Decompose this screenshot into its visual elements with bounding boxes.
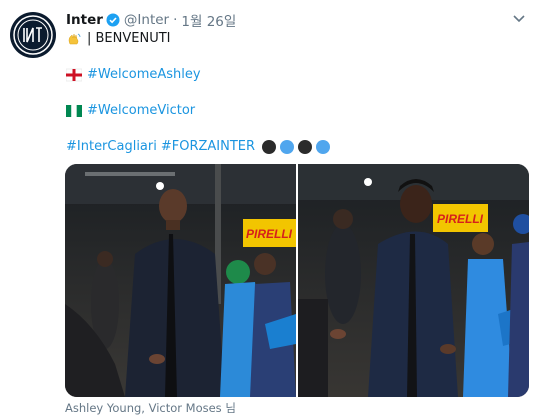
pirelli-sign: PIRELLI	[246, 227, 293, 241]
hashtag-welcome-victor[interactable]: #WelcomeVictor	[87, 102, 195, 120]
black-circle-icon	[298, 140, 313, 154]
nigeria-flag-icon	[66, 105, 82, 117]
photo-victor-moses[interactable]: PIRELLI	[298, 164, 529, 397]
tweet-header: Inter @Inter · 1월 26일	[66, 10, 236, 30]
tagged-users[interactable]: Ashley Young, Victor Moses 님	[65, 400, 236, 416]
hashtag-welcome-ashley[interactable]: #WelcomeAshley	[87, 66, 201, 84]
blue-circle-icon	[280, 140, 295, 154]
waving-hand-icon	[68, 33, 81, 45]
circle-emojis	[262, 140, 331, 154]
separator-dot: ·	[173, 12, 178, 28]
player-photo-icon: PIRELLI	[298, 164, 529, 397]
blue-circle-icon	[316, 140, 331, 154]
hashtag-forzainter[interactable]: #FORZAINTER	[161, 138, 255, 156]
player-photo-icon: PIRELLI	[65, 164, 296, 397]
england-flag-icon	[66, 68, 82, 82]
hashtag-inter-cagliari[interactable]: #InterCagliari	[66, 138, 157, 156]
user-handle[interactable]: @Inter	[124, 12, 169, 28]
benvenuti-text: | BENVENUTI	[87, 31, 171, 46]
inter-avatar[interactable]	[10, 12, 56, 58]
display-name[interactable]: Inter	[66, 12, 103, 28]
tweet-line-hashtags: #InterCagliari #FORZAINTER	[66, 138, 333, 156]
tweet[interactable]: Inter @Inter · 1월 26일 | BENVENUTI #Welco…	[0, 0, 540, 418]
tweet-line-victor: #WelcomeVictor	[66, 102, 195, 120]
tweet-line-ashley: #WelcomeAshley	[66, 66, 201, 84]
media-gallery: PIRELLI PIRELLI	[65, 164, 529, 397]
chevron-down-icon[interactable]	[512, 14, 526, 24]
inter-logo-icon	[13, 15, 53, 55]
photo-ashley-young[interactable]: PIRELLI	[65, 164, 296, 397]
black-circle-icon	[262, 140, 277, 154]
timestamp[interactable]: 1월 26일	[181, 10, 236, 30]
verified-badge-icon	[106, 13, 120, 27]
tweet-line-benvenuti: | BENVENUTI	[66, 30, 171, 48]
pirelli-sign: PIRELLI	[437, 212, 484, 226]
